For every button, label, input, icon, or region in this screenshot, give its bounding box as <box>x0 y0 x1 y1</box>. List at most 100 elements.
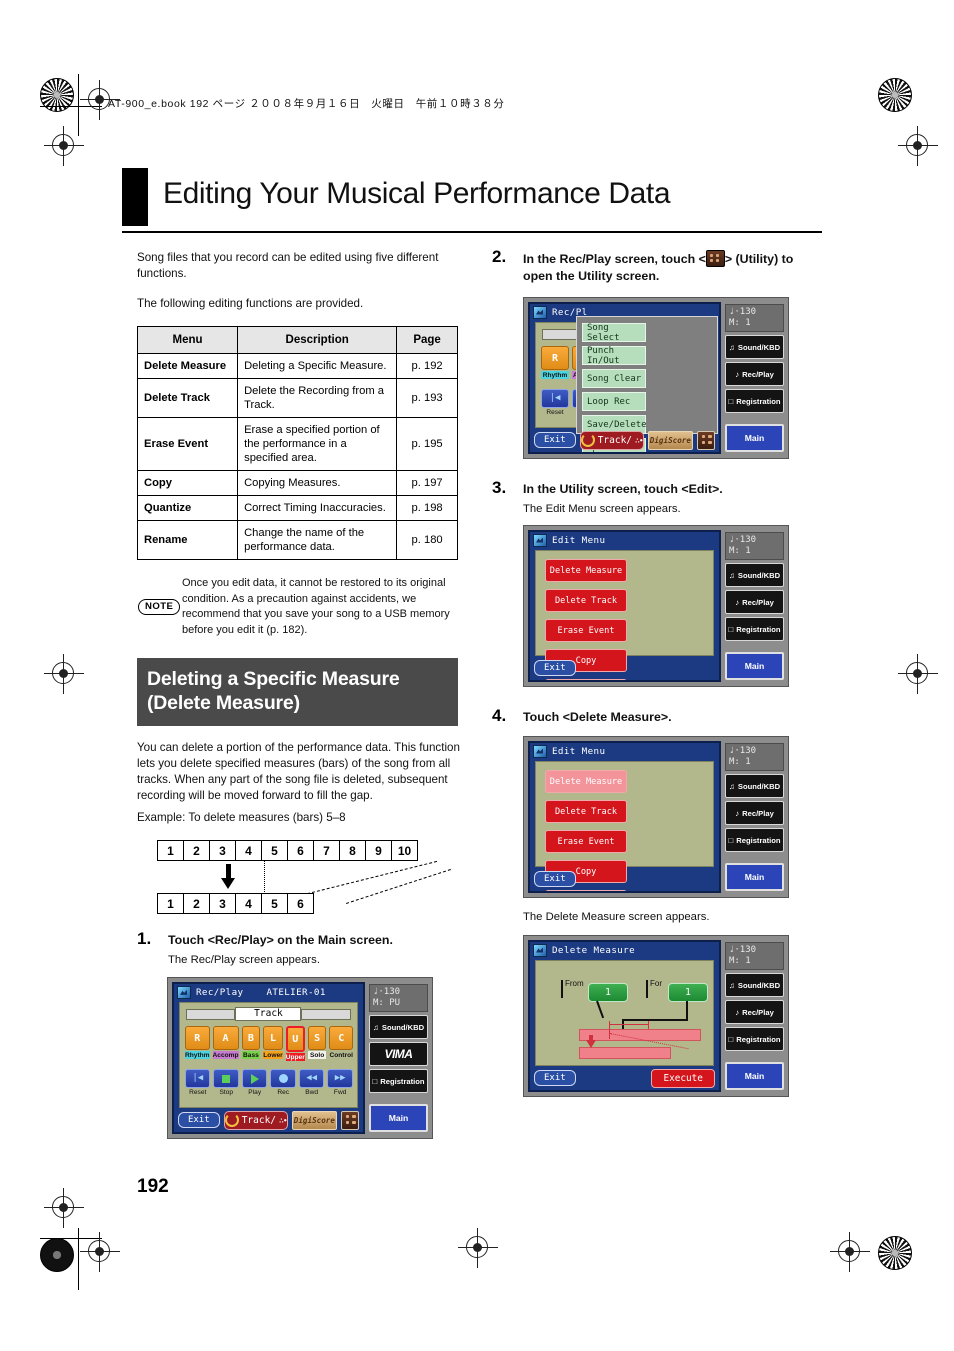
side-button-vima[interactable]: VIMA <box>368 1042 428 1067</box>
transport-rewind-button[interactable]: ◀◀ Bwd <box>298 1069 325 1096</box>
track-button-lower[interactable]: L Lower <box>263 1026 283 1061</box>
cell-description: Deleting a Specific Measure. <box>237 353 398 379</box>
side-button-registration[interactable]: □ Registration <box>724 828 784 852</box>
exit-button[interactable]: Exit <box>534 432 576 448</box>
track-button-bass[interactable]: B Bass <box>241 1026 261 1061</box>
from-value-field[interactable]: 1 <box>588 983 628 1002</box>
side-button-sound-kbd[interactable]: ♫ Sound/KBD <box>724 335 784 359</box>
edit-button-delete-track[interactable]: Delete Track <box>545 800 627 823</box>
edit-button-delete-measure[interactable]: Delete Measure <box>545 559 627 582</box>
track-button-rhythm[interactable]: R Rhythm <box>185 1026 210 1061</box>
for-value-field[interactable]: 1 <box>668 983 708 1002</box>
track-play-button[interactable]: Track/ ∴∙ <box>579 430 644 450</box>
side-button-sound-kbd[interactable]: ♫ Sound/KBD <box>368 1015 428 1040</box>
track-pad-letter[interactable]: C <box>329 1026 353 1051</box>
exit-button[interactable]: Exit <box>534 1070 576 1086</box>
forward-icon[interactable]: ▶▶ <box>327 1069 353 1089</box>
track-pad-letter[interactable]: S <box>307 1026 327 1051</box>
transport-reset-button[interactable]: |◀ Reset <box>541 389 569 416</box>
step-1-number: 1. <box>137 929 152 949</box>
side-button-registration[interactable]: □ Registration <box>724 617 784 641</box>
utility-button-song-select[interactable]: Song Select <box>582 323 646 343</box>
main-button[interactable]: Main <box>368 1104 428 1133</box>
track-play-label: Track/ <box>597 434 633 446</box>
main-button[interactable]: Main <box>724 1062 784 1090</box>
side-button-sound-kbd[interactable]: ♫ Sound/KBD <box>724 973 784 997</box>
reset-icon[interactable]: |◀ <box>541 389 569 408</box>
step-4: 4. Touch <Delete Measure>. <box>492 706 822 726</box>
utility-icon-button[interactable] <box>697 430 715 450</box>
track-button-rhythm[interactable]: R Rhythm <box>541 346 569 379</box>
roland-screen-icon <box>533 533 547 547</box>
side-button-rec-play[interactable]: ♪ Rec/Play <box>724 362 784 386</box>
track-pad-letter[interactable]: R <box>185 1026 210 1051</box>
exit-button[interactable]: Exit <box>534 660 576 676</box>
edit-button-delete-measure-selected[interactable]: Delete Measure <box>545 770 627 793</box>
utility-button-song-clear[interactable]: Song Clear <box>582 369 646 388</box>
track-pad-letter[interactable]: R <box>541 346 569 370</box>
crop-line-bl-v <box>78 1228 79 1290</box>
measures-after-row: 1 2 3 4 5 6 <box>157 893 314 915</box>
edit-button-delete-track[interactable]: Delete Track <box>545 589 627 612</box>
rewind-icon[interactable]: ◀◀ <box>298 1069 325 1089</box>
lcd-side-panel: ♩·130 M: PU ♫ Sound/KBD VIMA □ Registrat… <box>368 982 428 1135</box>
edit-button-erase-event[interactable]: Erase Event <box>545 619 627 642</box>
side-button-sound-kbd[interactable]: ♫ Sound/KBD <box>724 563 784 587</box>
table-row: Copy Copying Measures. p. 197 <box>136 470 458 496</box>
table-row: Rename Change the name of the performanc… <box>136 520 458 560</box>
side-button-rec-play[interactable]: ♪ Rec/Play <box>724 1000 784 1024</box>
side-button-sound-kbd[interactable]: ♫ Sound/KBD <box>724 774 784 798</box>
tempo-value: ♩·130 <box>728 307 757 317</box>
reset-icon[interactable]: |◀ <box>185 1069 211 1089</box>
record-icon[interactable] <box>270 1069 296 1089</box>
book-info-line: AT-900_e.book 192 ページ ２００８年９月１６日 火曜日 午前１… <box>108 98 505 110</box>
side-button-registration[interactable]: □ Registration <box>724 1027 784 1051</box>
side-button-registration[interactable]: □ Registration <box>368 1069 428 1094</box>
track-button-control[interactable]: C Control <box>329 1026 353 1061</box>
track-buttons-row: R Rhythm A Accomp B Bass L Lower U Upper… <box>185 1026 353 1062</box>
main-button[interactable]: Main <box>724 863 784 891</box>
result-track-bar <box>579 1047 671 1059</box>
exit-button[interactable]: Exit <box>534 871 576 887</box>
loop-icon <box>580 433 595 447</box>
side-button-registration[interactable]: □ Registration <box>724 389 784 413</box>
transport-record-button[interactable]: Rec <box>270 1069 296 1096</box>
main-button[interactable]: Main <box>724 424 784 452</box>
track-pad-letter[interactable]: A <box>212 1026 239 1051</box>
track-pad-letter[interactable]: U <box>285 1026 305 1053</box>
play-icon[interactable] <box>241 1069 268 1089</box>
measure-cell: 6 <box>287 840 314 862</box>
measure-cell: 2 <box>183 893 210 915</box>
delete-measure-diagram: From 1 For 1 <box>536 961 713 1065</box>
cell-page: p. 180 <box>396 520 458 560</box>
track-button-solo[interactable]: S Solo <box>307 1026 327 1061</box>
utility-button-punch-in-out[interactable]: Punch In/Out <box>582 346 646 366</box>
track-button-upper[interactable]: U Upper <box>285 1026 305 1062</box>
edit-button-erase-event[interactable]: Erase Event <box>545 830 627 853</box>
for-label: For <box>650 979 662 988</box>
exit-button[interactable]: Exit <box>178 1112 220 1129</box>
side-button-rec-play[interactable]: ♪ Rec/Play <box>724 590 784 614</box>
digiscore-button[interactable]: DigiScore <box>647 430 694 450</box>
track-button-accomp[interactable]: A Accomp <box>212 1026 239 1061</box>
transport-reset-button[interactable]: |◀ Reset <box>185 1069 211 1096</box>
main-button[interactable]: Main <box>724 652 784 680</box>
side-button-rec-play[interactable]: ♪ Rec/Play <box>724 801 784 825</box>
transport-forward-button[interactable]: ▶▶ Fwd <box>327 1069 353 1096</box>
stop-icon[interactable] <box>213 1069 239 1089</box>
step-4-number: 4. <box>492 706 507 725</box>
track-play-button[interactable]: Track/ ∴∙ <box>223 1110 288 1130</box>
utility-button-loop-rec[interactable]: Loop Rec <box>582 392 646 411</box>
track-pad-letter[interactable]: L <box>263 1026 283 1051</box>
lcd-screen-title: Delete Measure <box>552 944 636 956</box>
table-row: Erase Event Erase a specified portion of… <box>136 417 458 471</box>
digiscore-button[interactable]: DigiScore <box>291 1110 338 1130</box>
utility-icon-button[interactable] <box>341 1110 359 1130</box>
track-pad-letter[interactable]: B <box>241 1026 261 1051</box>
transport-play-button[interactable]: Play <box>241 1069 268 1096</box>
measures-before-row: 1 2 3 4 5 6 7 8 9 10 <box>157 840 418 862</box>
title-underline <box>122 231 822 233</box>
measure-cell: 7 <box>313 840 340 862</box>
execute-button[interactable]: Execute <box>651 1068 715 1088</box>
transport-stop-button[interactable]: Stop <box>213 1069 239 1096</box>
